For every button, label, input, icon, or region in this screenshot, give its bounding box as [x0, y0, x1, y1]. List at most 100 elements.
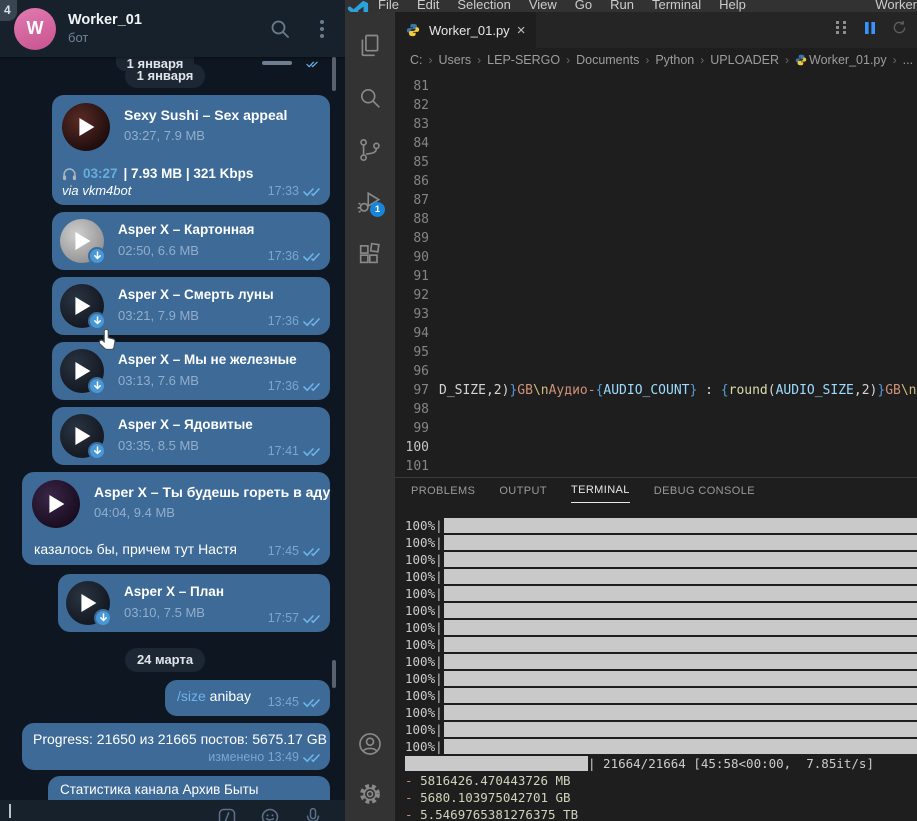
menu-item-help[interactable]: Help: [710, 0, 755, 12]
menu-item-selection[interactable]: Selection: [448, 0, 519, 12]
source-control-icon[interactable]: [356, 136, 384, 164]
album-art[interactable]: [60, 219, 106, 265]
track-meta: 03:13, 7.6 MB: [118, 373, 199, 388]
account-icon[interactable]: [356, 730, 384, 758]
message-time: 17:36: [268, 379, 320, 393]
tab-close-icon[interactable]: ×: [517, 23, 526, 38]
microphone-icon[interactable]: [303, 807, 323, 821]
debug-pause-icon[interactable]: [864, 21, 876, 40]
extensions-icon[interactable]: [356, 240, 384, 268]
album-art[interactable]: [60, 414, 106, 460]
menu-item-run[interactable]: Run: [601, 0, 643, 12]
bot-commands-icon[interactable]: [217, 807, 237, 821]
breadcrumb-item[interactable]: C:: [410, 53, 423, 67]
panel-tab-terminal[interactable]: TERMINAL: [570, 478, 630, 503]
menu-item-file[interactable]: File: [369, 0, 408, 12]
album-art[interactable]: [62, 103, 110, 151]
play-icon[interactable]: [75, 232, 91, 250]
audio-message[interactable]: Asper X – Ядовитые 03:35, 8.5 MB 17:41: [52, 407, 330, 465]
code-token: \n: [900, 383, 917, 398]
chevron-right-icon: ›: [566, 53, 571, 67]
audio-message[interactable]: Asper X – Смерть луны 03:21, 7.9 MB 17:36: [52, 277, 330, 335]
chat-scrollbar-thumb[interactable]: [332, 660, 336, 688]
breadcrumb-item[interactable]: Python: [655, 53, 694, 67]
code-editor[interactable]: 81 82 83 84 85 86 87 88 89 90 91 92 93 94 95 96 97 D_SIZE…: [395, 72, 917, 477]
tqdm-progress-line: 100%|: [405, 704, 917, 721]
avatar[interactable]: W: [14, 7, 56, 50]
download-badge-icon[interactable]: [88, 377, 106, 395]
play-icon[interactable]: [81, 594, 97, 612]
message-size-command[interactable]: /size anibay 13:45: [165, 680, 330, 716]
breadcrumb-file[interactable]: Worker_01.py: [809, 53, 887, 67]
play-icon[interactable]: [75, 297, 91, 315]
chat-subtitle: бот: [68, 30, 89, 45]
message-time: 17:45: [268, 544, 320, 558]
chevron-right-icon: ›: [477, 53, 482, 67]
breadcrumb-item[interactable]: Users: [439, 53, 472, 67]
debug-restart-icon[interactable]: [892, 20, 907, 40]
album-art[interactable]: [60, 284, 106, 330]
breadcrumb-more[interactable]: ...: [903, 53, 913, 67]
kebab-menu-icon[interactable]: [311, 18, 333, 40]
chat-title: Worker_01: [68, 12, 142, 28]
menu-item-edit[interactable]: Edit: [408, 0, 448, 12]
editor-line: 81: [395, 77, 917, 96]
album-art[interactable]: [66, 581, 112, 627]
album-art[interactable]: [32, 480, 80, 528]
play-icon[interactable]: [79, 118, 95, 136]
run-debug-icon[interactable]: 1: [356, 188, 385, 217]
menu-item-view[interactable]: View: [520, 0, 566, 12]
audio-message[interactable]: Asper X – Мы не железные 03:13, 7.6 MB 17:…: [52, 342, 330, 400]
editor-line: 101: [395, 457, 917, 476]
line-number: 88: [413, 212, 429, 227]
message-time: 17:36: [268, 249, 320, 263]
panel-tab-debug-console[interactable]: DEBUG CONSOLE: [654, 478, 755, 503]
emoji-icon[interactable]: [260, 807, 280, 821]
time-text: 17:36: [267, 379, 299, 393]
progress-bar-fill: [443, 603, 917, 618]
progress-bar-fill: [443, 739, 917, 754]
search-icon[interactable]: [356, 84, 384, 112]
via-bot-label[interactable]: via vkm4bot: [62, 183, 131, 198]
line-number: 95: [413, 345, 429, 360]
bot-command-link[interactable]: /size: [177, 688, 206, 704]
download-badge-icon[interactable]: [88, 247, 106, 265]
toolbar-grip-icon[interactable]: [835, 20, 848, 40]
explorer-icon[interactable]: [356, 32, 384, 60]
progress-bar-fill: [443, 552, 917, 567]
breadcrumb-item[interactable]: LEP-SERGO: [487, 53, 560, 67]
code-text: D_SIZE,2)}GB\nАудио-{AUDIO_COUNT} : {rou…: [439, 381, 917, 400]
panel-tab-problems[interactable]: PROBLEMS: [411, 478, 475, 503]
breadcrumb-item[interactable]: Documents: [576, 53, 639, 67]
read-check-icon: [303, 187, 320, 196]
settings-gear-icon[interactable]: [356, 780, 384, 808]
editor-line: 95: [395, 343, 917, 362]
play-icon[interactable]: [75, 427, 91, 445]
terminal-output[interactable]: 100%| 100%| 100%| 100%| 100%| 100%| 100%| 100%|…: [405, 517, 917, 821]
audio-message[interactable]: Asper X – Картонная 02:50, 6.6 MB 17:36: [52, 212, 330, 270]
chat-scrollbar-thumb[interactable]: [332, 57, 336, 91]
search-icon[interactable]: [269, 18, 291, 40]
menu-item-terminal[interactable]: Terminal: [643, 0, 710, 12]
play-icon[interactable]: [75, 362, 91, 380]
editor-line: 85: [395, 153, 917, 172]
message-clipped[interactable]: Статистика канала Архив Быты: [48, 776, 330, 800]
message-progress[interactable]: Progress: 21650 из 21665 постов: 5675.17…: [22, 723, 330, 770]
download-badge-icon[interactable]: [88, 312, 106, 330]
audio-message[interactable]: Asper X – Ты будешь гореть в аду 04:04, 9…: [22, 472, 330, 565]
message-input-bar[interactable]: [0, 800, 345, 821]
play-icon[interactable]: [49, 495, 65, 513]
message-edited-time: изменено 13:49: [208, 750, 320, 764]
read-check-icon: [303, 447, 320, 456]
tab-worker-01-py[interactable]: Worker_01.py ×: [395, 12, 538, 48]
audio-message[interactable]: Asper X – План 03:10, 7.5 MB 17:57: [58, 574, 330, 632]
audio-message[interactable]: Sexy Sushi – Sex appeal 03:27, 7.9 MB 03:2…: [52, 95, 330, 205]
download-badge-icon[interactable]: [88, 442, 106, 460]
download-badge-icon[interactable]: [94, 609, 112, 627]
floating-date-chip: 1 января: [116, 57, 194, 71]
line-number: 94: [413, 326, 429, 341]
message-time: 13:45: [268, 695, 320, 709]
breadcrumb-item[interactable]: UPLOADER: [710, 53, 779, 67]
panel-tab-output[interactable]: OUTPUT: [499, 478, 547, 503]
menu-item-go[interactable]: Go: [566, 0, 601, 12]
